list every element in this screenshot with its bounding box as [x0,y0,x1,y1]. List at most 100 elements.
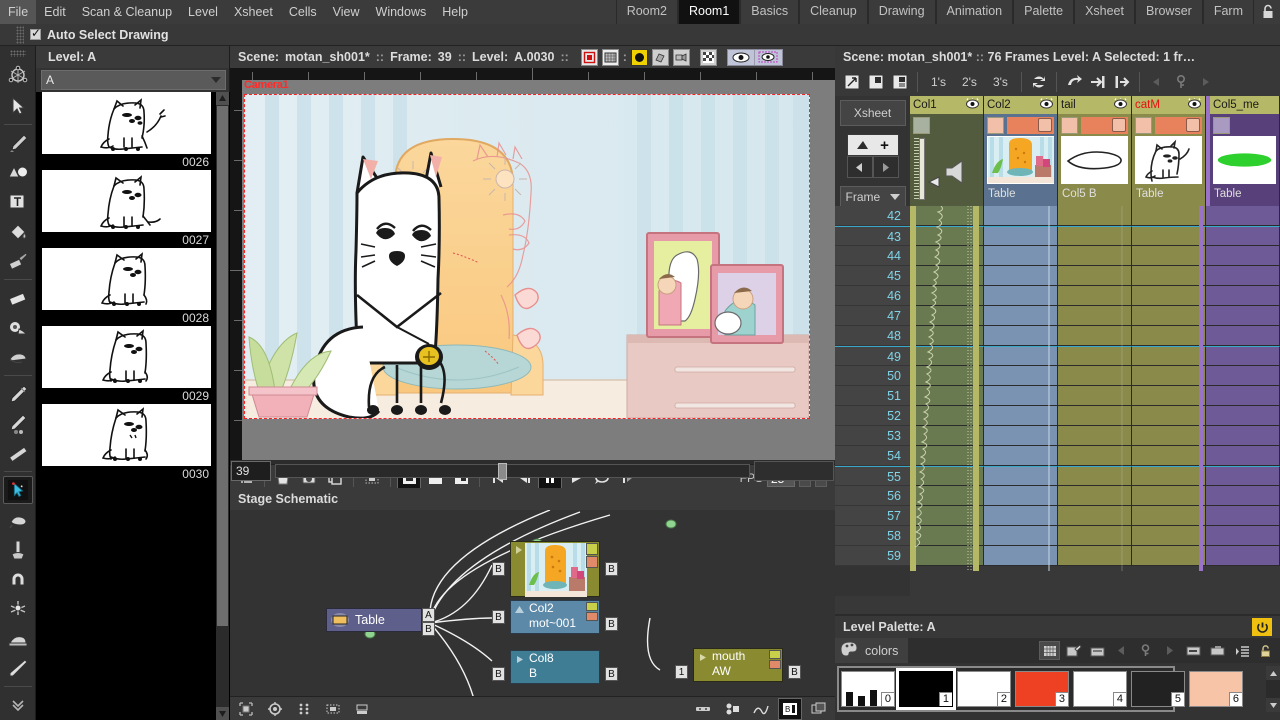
cell-catm[interactable] [1132,406,1206,426]
column-header-tail[interactable]: tail [1058,96,1131,114]
cell-tail[interactable] [1058,306,1132,326]
step-3s-button[interactable]: 3's [986,71,1015,93]
cell-catm[interactable] [1132,386,1206,406]
room-tab-farm[interactable]: Farm [1202,0,1254,24]
cell-col5me[interactable] [1206,486,1280,506]
row-number[interactable]: 58 [835,526,910,546]
normalize-icon[interactable] [350,698,374,720]
frame-range-field[interactable] [754,461,834,481]
cell-col2[interactable] [984,386,1058,406]
table-row[interactable]: 51 [835,386,1280,406]
table-row[interactable]: 52 [835,406,1280,426]
cell-col2[interactable] [984,366,1058,386]
speaker-icon[interactable] [942,158,970,186]
room-tab-palette[interactable]: Palette [1013,0,1075,24]
cell-col2[interactable] [984,326,1058,346]
cell-col1[interactable] [910,386,984,406]
row-number[interactable]: 44 [835,246,910,266]
cell-catm[interactable] [1132,286,1206,306]
geometric-tool[interactable] [3,158,33,186]
list-view-icon[interactable] [1231,641,1252,660]
style-chip-0[interactable]: 0 [841,671,895,707]
list-item[interactable]: 0029 [36,326,217,404]
new-toonz-level-icon[interactable] [865,71,887,93]
row-number[interactable]: 43 [835,226,910,246]
row-number[interactable]: 52 [835,406,910,426]
toolbar-grip-icon[interactable] [16,25,24,44]
cell-catm[interactable] [1132,526,1206,546]
cell-col2[interactable] [984,446,1058,466]
play-arrow-icon[interactable] [513,544,525,556]
cell-col1[interactable] [910,266,984,286]
row-number[interactable]: 50 [835,366,910,386]
eye-icon[interactable] [965,98,980,112]
column-color-swatch[interactable] [987,116,1004,134]
camera-frame[interactable] [244,94,810,419]
curve-icon[interactable] [749,698,773,720]
cell-col5me[interactable] [1206,526,1280,546]
schematic-port-a[interactable]: A [422,608,435,622]
row-number[interactable]: 53 [835,426,910,446]
cell-col2[interactable] [984,506,1058,526]
schematic-port-in[interactable]: B [492,610,505,624]
palette-scrollbar[interactable] [1266,666,1280,712]
fill-tool[interactable] [3,218,33,246]
minimize-nodes-icon[interactable] [321,698,345,720]
prev-key-icon[interactable] [1111,641,1132,660]
camstand-toggle-bar[interactable] [1081,116,1128,134]
cell-col2[interactable] [984,526,1058,546]
fxschematic-toggle-icon[interactable] [807,698,831,720]
room-tab-room2[interactable]: Room2 [615,0,678,24]
column-header-col5me[interactable]: Col5_me [1210,96,1279,114]
schematic-port-in[interactable]: B [492,562,505,576]
cell-col2[interactable] [984,466,1058,486]
animate-tool[interactable] [3,62,33,90]
style-grid-icon[interactable] [1039,641,1060,660]
cell-col1[interactable] [910,206,984,226]
schematic-port-out[interactable]: B [605,562,618,576]
room-tab-cleanup[interactable]: Cleanup [799,0,868,24]
iron-tool[interactable] [3,625,33,653]
table-row[interactable]: 58 [835,526,1280,546]
row-number[interactable]: 49 [835,346,910,366]
cell-col2[interactable] [984,286,1058,306]
cell-col2[interactable] [984,406,1058,426]
cell-catm[interactable] [1132,366,1206,386]
key-icon[interactable] [1135,641,1156,660]
control-point-editor-tool[interactable] [2,476,33,505]
play-arrow-icon[interactable] [514,654,525,665]
camstand-toggle-bar[interactable] [1007,116,1054,134]
xsheet-column-col2[interactable]: Col2 Table [984,96,1058,206]
cell-col2[interactable] [984,346,1058,366]
cell-col1[interactable] [910,466,984,486]
cell-catm[interactable] [1132,446,1206,466]
cell-catm[interactable] [1132,266,1206,286]
column-color-swatch[interactable] [913,116,930,134]
cell-tail[interactable] [1058,446,1132,466]
row-number[interactable]: 51 [835,386,910,406]
cell-catm[interactable] [1132,246,1206,266]
level-strip-combo[interactable]: A [41,70,226,90]
viewer-canvas[interactable]: Camera1 [242,80,835,460]
cell-col5me[interactable] [1206,506,1280,526]
menu-item-cells[interactable]: Cells [281,0,325,24]
level-strip-scrollbar[interactable] [216,92,229,720]
cell-tail[interactable] [1058,486,1132,506]
eye-icon[interactable] [1039,98,1054,112]
schematic-port-in[interactable]: 1 [675,665,688,679]
cell-col1[interactable] [910,306,984,326]
row-number[interactable]: 48 [835,326,910,346]
table-row[interactable]: 55 [835,466,1280,486]
reorder-nodes-icon[interactable] [292,698,316,720]
checkerboard-icon[interactable] [699,48,717,66]
cell-catm[interactable] [1132,466,1206,486]
cell-catm[interactable] [1132,206,1206,226]
scroll-up-icon[interactable] [1266,666,1280,680]
cell-catm[interactable] [1132,306,1206,326]
cell-catm[interactable] [1132,326,1206,346]
cell-catm[interactable] [1132,346,1206,366]
table-row[interactable]: 45 [835,266,1280,286]
table-row[interactable]: 46 [835,286,1280,306]
cell-col1[interactable] [910,426,984,446]
scroll-down-icon[interactable] [1266,698,1280,712]
